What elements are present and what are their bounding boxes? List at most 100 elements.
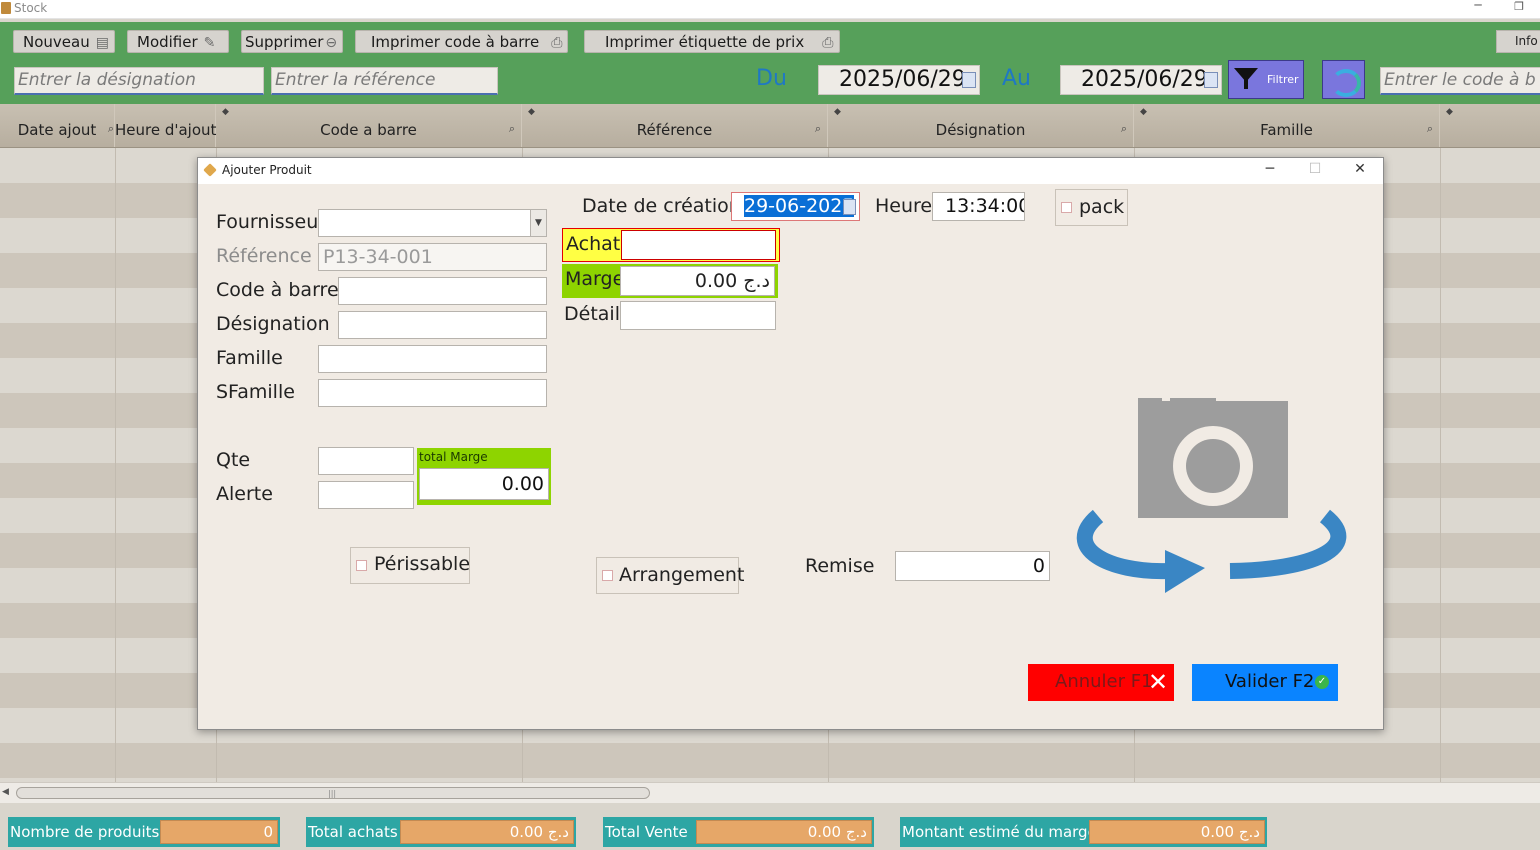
search-icon[interactable]: ⌕ bbox=[1427, 122, 1433, 136]
sfamille-field[interactable] bbox=[318, 379, 547, 407]
date-creation-label: Date de création bbox=[582, 195, 741, 217]
qte-field[interactable] bbox=[318, 447, 414, 475]
remise-field[interactable]: 0 bbox=[895, 551, 1050, 581]
close-icon: ✕ bbox=[1148, 668, 1169, 696]
alerte-label: Alerte bbox=[216, 483, 273, 505]
add-product-dialog: Ajouter Produit ─ ☐ ✕ Fournisseur ▼ Réfé… bbox=[197, 157, 1384, 730]
dialog-minimize-button[interactable]: ─ bbox=[1260, 161, 1280, 177]
total-marge-field[interactable]: 0.00 bbox=[419, 468, 549, 500]
qte-label: Qte bbox=[216, 449, 251, 471]
modifier-button[interactable]: Modifier ✎ bbox=[127, 30, 229, 53]
date-to-picker[interactable]: 2025/06/29 bbox=[1060, 65, 1222, 95]
supprimer-button[interactable]: Supprimer ⊖ bbox=[241, 30, 343, 53]
search-icon[interactable]: ⌕ bbox=[815, 122, 821, 136]
arrangement-label: Arrangement bbox=[619, 564, 745, 586]
sort-icon[interactable]: ◆ bbox=[1446, 107, 1453, 117]
stat-nombre-produits: Nombre de produits 0 bbox=[8, 817, 280, 847]
window-titlebar: Stock ─ ❐ bbox=[0, 0, 1540, 19]
calendar-icon[interactable] bbox=[1204, 72, 1218, 88]
nouveau-label: Nouveau bbox=[23, 33, 90, 51]
marge-panel: Marge 0.00 د.ج bbox=[562, 264, 778, 298]
column-header-famille[interactable]: ◆ Famille ⌕ bbox=[1134, 104, 1440, 147]
column-header-date-ajout[interactable]: Date ajout ⌕ bbox=[0, 104, 115, 147]
reference-field: P13-34-001 bbox=[318, 243, 547, 271]
famille-field[interactable] bbox=[318, 345, 547, 373]
fournisseur-combo[interactable]: ▼ bbox=[318, 209, 547, 237]
print-price-label-button[interactable]: Imprimer étiquette de prix ⎙ bbox=[584, 30, 840, 53]
arrangement-checkbox-group[interactable]: Arrangement bbox=[596, 557, 744, 594]
window-restore-button[interactable]: ❐ bbox=[1512, 0, 1526, 14]
chevron-down-icon[interactable]: ▼ bbox=[530, 210, 546, 236]
date-from-picker[interactable]: 2025/06/29 bbox=[818, 65, 980, 95]
designation-search-input[interactable]: Entrer la désignation bbox=[14, 67, 264, 95]
famille-label: Famille bbox=[216, 347, 283, 369]
dialog-close-button[interactable]: ✕ bbox=[1350, 161, 1370, 177]
check-icon: ✓ bbox=[1315, 675, 1329, 689]
reference-label: Référence bbox=[216, 245, 312, 267]
calendar-icon[interactable] bbox=[843, 199, 856, 215]
footer-stats: Nombre de produits 0 Total achats 0.00 د… bbox=[0, 803, 1540, 850]
barcode-search-input[interactable]: Entrer le code à b bbox=[1380, 67, 1540, 95]
fournisseur-label: Fournisseur bbox=[216, 211, 327, 233]
sort-icon[interactable]: ◆ bbox=[528, 107, 535, 117]
column-header-extra[interactable]: ◆ bbox=[1440, 104, 1540, 147]
marge-field[interactable]: 0.00 د.ج bbox=[620, 266, 775, 296]
heure-label: Heure bbox=[875, 195, 933, 217]
date-to-label: Au bbox=[1002, 66, 1031, 91]
reference-search-input[interactable]: Entrer la référence bbox=[271, 67, 498, 95]
info-button[interactable]: Info bbox=[1496, 30, 1540, 53]
refresh-button[interactable] bbox=[1322, 60, 1365, 99]
window-minimize-button[interactable]: ─ bbox=[1470, 0, 1486, 14]
perissable-checkbox-group[interactable]: Périssable bbox=[350, 547, 470, 584]
search-icon[interactable]: ⌕ bbox=[108, 122, 114, 136]
code-barre-field[interactable] bbox=[338, 277, 547, 305]
column-header-designation[interactable]: ◆ Désignation ⌕ bbox=[828, 104, 1134, 147]
refresh-icon bbox=[1331, 69, 1361, 97]
nouveau-button[interactable]: Nouveau ▤ bbox=[13, 30, 115, 53]
details-field[interactable] bbox=[620, 301, 776, 330]
column-header-reference[interactable]: ◆ Référence ⌕ bbox=[522, 104, 828, 147]
box-icon bbox=[203, 163, 217, 177]
toolbar: Nouveau ▤ Modifier ✎ Supprimer ⊖ Imprimer c… bbox=[0, 22, 1540, 104]
pack-checkbox[interactable] bbox=[1061, 202, 1072, 213]
validate-button[interactable]: Valider F2 ✓ bbox=[1192, 664, 1338, 701]
column-header-code-barre[interactable]: ◆ Code a barre ⌕ bbox=[216, 104, 522, 147]
scroll-left-icon[interactable]: ◀ bbox=[2, 787, 9, 797]
pack-checkbox-group[interactable]: pack bbox=[1055, 189, 1128, 226]
date-creation-picker[interactable]: 29-06-2025 bbox=[731, 192, 860, 221]
camera-icon[interactable] bbox=[1070, 398, 1355, 598]
supprimer-label: Supprimer bbox=[245, 33, 324, 51]
printer-icon: ⎙ bbox=[551, 35, 563, 51]
search-icon[interactable]: ⌕ bbox=[1121, 122, 1127, 136]
minus-circle-icon: ⊖ bbox=[325, 35, 338, 51]
search-icon[interactable]: ⌕ bbox=[509, 122, 515, 136]
dialog-title: Ajouter Produit bbox=[222, 163, 312, 177]
print-barcode-button[interactable]: Imprimer code à barre ⎙ bbox=[355, 30, 568, 53]
sort-icon[interactable]: ◆ bbox=[834, 107, 841, 117]
horizontal-scrollbar[interactable]: ◀ ||| bbox=[0, 782, 1540, 803]
alerte-field[interactable] bbox=[318, 481, 414, 509]
designation-field[interactable] bbox=[338, 311, 547, 339]
cancel-button[interactable]: Annuler F1 ✕ bbox=[1028, 664, 1174, 701]
scrollbar-thumb[interactable]: ||| bbox=[16, 787, 650, 799]
calendar-icon[interactable] bbox=[962, 72, 976, 88]
date-from-label: Du bbox=[756, 66, 787, 91]
perissable-checkbox[interactable] bbox=[356, 560, 367, 571]
stat-total-achats: Total achats 0.00 د.ج bbox=[306, 817, 576, 847]
arrangement-checkbox[interactable] bbox=[602, 570, 613, 581]
sort-icon[interactable]: ◆ bbox=[1140, 107, 1147, 117]
grid-header: Date ajout ⌕ Heure d'ajout ◆ Code a barr… bbox=[0, 104, 1540, 148]
perissable-label: Périssable bbox=[374, 553, 471, 575]
total-marge-label: total Marge bbox=[419, 450, 488, 464]
column-header-heure-ajout[interactable]: Heure d'ajout bbox=[115, 104, 216, 147]
sort-icon[interactable]: ◆ bbox=[222, 107, 229, 117]
modifier-label: Modifier bbox=[137, 33, 198, 51]
remise-label: Remise bbox=[805, 555, 875, 577]
filter-button[interactable]: Filtrer bbox=[1228, 60, 1304, 99]
date-creation-value: 29-06-2025 bbox=[744, 195, 855, 217]
dialog-maximize-button[interactable]: ☐ bbox=[1305, 161, 1325, 177]
pencil-icon: ✎ bbox=[203, 35, 216, 51]
heure-field[interactable]: 13:34:00 bbox=[932, 192, 1025, 221]
achat-field[interactable] bbox=[621, 230, 776, 260]
app-icon bbox=[1, 2, 11, 14]
